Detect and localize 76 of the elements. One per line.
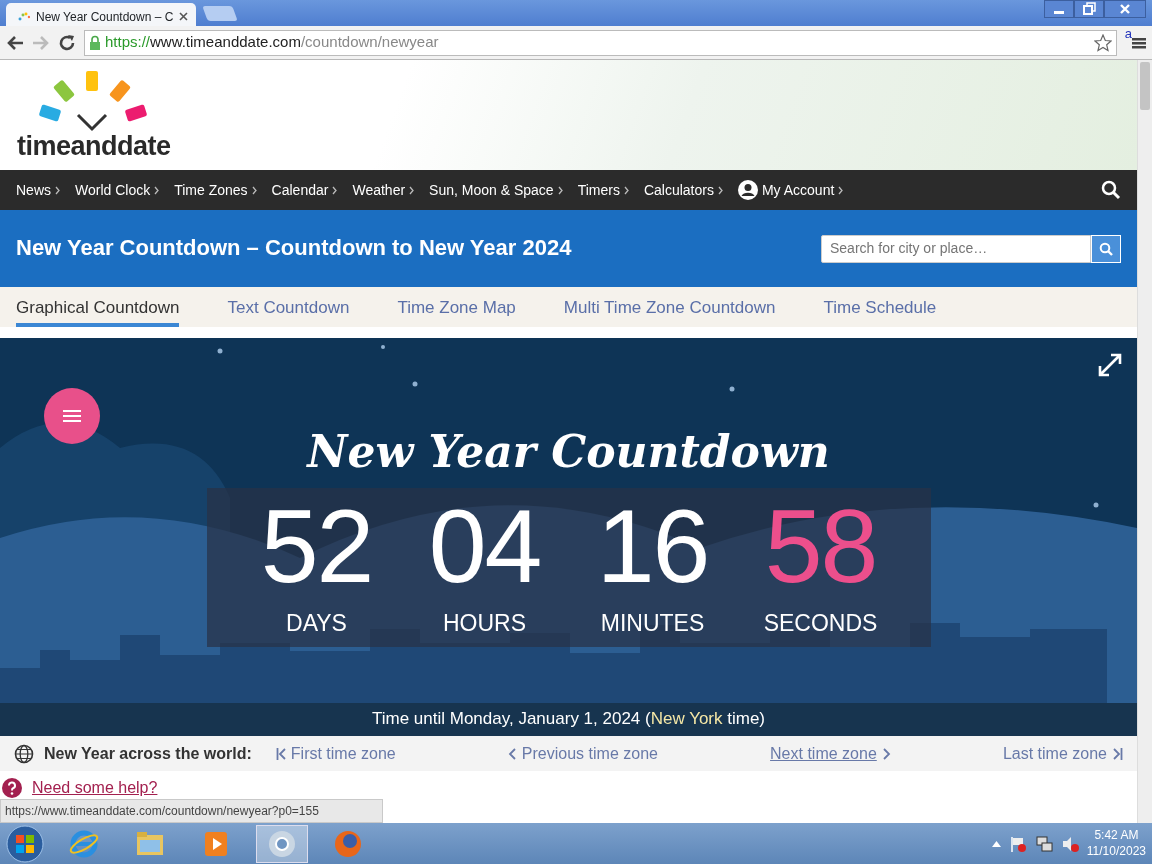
chevron-icon	[332, 185, 338, 195]
reload-icon[interactable]	[58, 33, 76, 52]
countdown-unit-label: SECONDS	[762, 609, 879, 638]
nav-link[interactable]: News	[16, 179, 60, 201]
back-icon[interactable]	[6, 34, 24, 51]
page-title: New Year Countdown – Countdown to New Year 2024	[16, 235, 572, 262]
favicon-icon	[18, 11, 30, 22]
nav-link[interactable]: Previous time zone	[507, 741, 658, 766]
start-button-icon[interactable]	[6, 824, 44, 863]
chevron-icon	[154, 185, 160, 195]
section-label: New Year across the world:	[44, 743, 252, 764]
status-url: https://www.timeanddate.com/countdown/newyear?p0=155	[0, 799, 383, 823]
browser-tab[interactable]: New Year Countdown – C	[6, 3, 196, 26]
chevron-icon	[55, 185, 60, 195]
nav-link[interactable]: My Account	[737, 179, 844, 201]
skip-icon	[1112, 746, 1123, 761]
chevron-icon	[251, 185, 257, 195]
close-icon[interactable]	[1104, 0, 1146, 18]
star-icon[interactable]	[1093, 33, 1112, 52]
tab-title: New Year Countdown – C	[35, 8, 174, 26]
extension-badge[interactable]: a	[1124, 24, 1132, 44]
minimize-icon[interactable]	[1044, 0, 1074, 18]
nav-link[interactable]: Calendar	[271, 179, 338, 201]
clock-date: 11/10/2023	[1086, 843, 1146, 860]
help-icon	[2, 778, 22, 798]
search-icon[interactable]	[1101, 180, 1121, 200]
nav-link[interactable]: World Clock	[75, 179, 160, 201]
nav-link[interactable]: Timers	[577, 179, 629, 201]
search-icon	[1099, 241, 1113, 256]
countdown-unit-label: HOURS	[441, 609, 528, 638]
countdown-number: 04	[427, 494, 542, 598]
network-icon[interactable]	[1034, 834, 1053, 853]
help-link[interactable]: Need some help?	[32, 776, 158, 800]
url-text: https://www.timeanddate.com/countdown/newyear	[105, 32, 440, 53]
up-arrow-icon[interactable]	[991, 840, 1001, 847]
tab[interactable]: Time Schedule	[823, 287, 937, 327]
countdown-number: 58	[763, 494, 878, 598]
countdown-unit-label: MINUTES	[599, 609, 706, 638]
search-button[interactable]	[1091, 234, 1121, 263]
countdown-number: 52	[259, 494, 374, 598]
chevron-icon	[507, 746, 517, 761]
chevron-icon	[557, 185, 563, 195]
nav-link[interactable]: Sun, Moon & Space	[429, 179, 563, 201]
nav-link[interactable]: Time Zones	[174, 179, 257, 201]
nav-link[interactable]: Weather	[352, 179, 415, 201]
tab[interactable]: Multi Time Zone Countdown	[563, 287, 776, 327]
countdown-number: 16	[595, 494, 710, 598]
tab[interactable]: Text Countdown	[227, 287, 350, 327]
clock-time: 5:42 AM	[1093, 827, 1140, 844]
scrollbar-thumb[interactable]	[1140, 62, 1150, 110]
countdown-unit-label: DAYS	[285, 609, 348, 638]
tab[interactable]: Time Zone Map	[397, 287, 516, 327]
nav-link[interactable]: Last time zone	[1002, 741, 1123, 766]
account-icon	[737, 180, 758, 200]
fullscreen-icon[interactable]	[1097, 352, 1123, 378]
close-icon[interactable]	[179, 12, 188, 21]
countdown-caption: Time until Monday, January 1, 2024 (New York time)	[0, 702, 1137, 736]
chevron-icon	[838, 185, 844, 195]
flag-icon[interactable]	[1008, 834, 1027, 853]
tab[interactable]: Graphical Countdown	[16, 287, 180, 327]
restore-icon[interactable]	[1074, 0, 1104, 18]
nav-link[interactable]: First time zone	[275, 741, 396, 766]
globe-icon	[14, 743, 34, 764]
chevron-icon	[623, 185, 629, 195]
nav-link[interactable]: Calculators	[643, 179, 723, 201]
menu-icon[interactable]	[1132, 35, 1146, 50]
skip-icon	[275, 746, 286, 761]
chevron-icon	[881, 746, 891, 761]
lock-icon	[89, 34, 101, 51]
address-bar[interactable]: https://www.timeanddate.com/countdown/newyear	[84, 29, 1117, 56]
chevron-icon	[717, 185, 723, 195]
nav-link[interactable]: Next time zone	[770, 741, 891, 766]
menu-icon	[63, 409, 81, 423]
countdown-title: New Year Countdown	[307, 430, 830, 474]
chevron-icon	[409, 185, 415, 195]
logo-text[interactable]: timeanddate	[17, 133, 171, 160]
